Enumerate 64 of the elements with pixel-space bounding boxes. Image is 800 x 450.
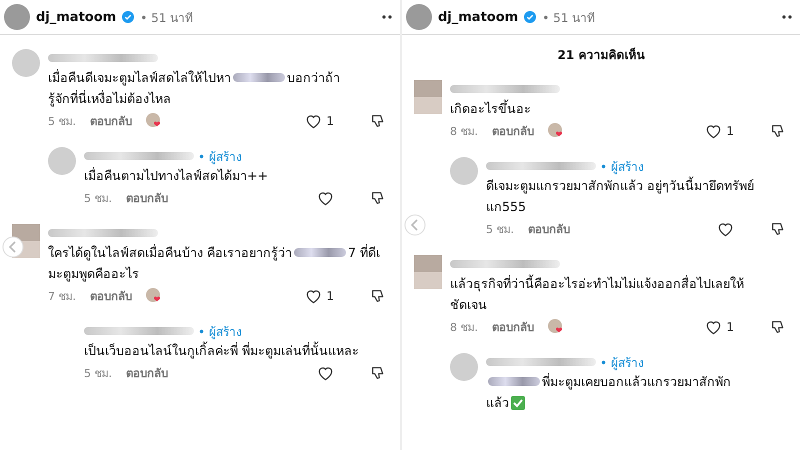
comment-text: ดีเจมะตูมแกรวยมาสักพักแล้ว อยู่ๆวันนี้มายึดทรัพย์ <box>486 176 754 196</box>
heart-icon[interactable] <box>305 114 322 128</box>
comment-time: 7 ชม. <box>48 289 76 305</box>
comments-title: 21 ความคิดเห็น <box>556 46 646 64</box>
post-time: • 51 นาที <box>140 10 194 26</box>
comment-text: บอกว่าถ้า <box>287 69 340 87</box>
blurred-text <box>294 248 346 257</box>
username[interactable]: dj_matoom <box>438 10 518 24</box>
reply-button[interactable]: ตอบกลับ <box>90 287 132 305</box>
heart-icon[interactable] <box>305 288 322 304</box>
post-time: • 51 นาที <box>542 10 596 26</box>
reply-button[interactable]: ตอบกลับ <box>528 220 570 238</box>
profile-avatar[interactable] <box>4 4 30 30</box>
comment-text: 7 ที่ดีเ <box>348 243 380 262</box>
comment-text: แล้ว <box>486 394 509 412</box>
comment-time: 5 ชม. <box>486 222 514 238</box>
dislike-icon[interactable] <box>370 113 386 129</box>
comment-text: มะตูมพูดคืออะไร <box>48 265 139 284</box>
comment-time: 5 ชม. <box>84 191 112 207</box>
dislike-icon[interactable] <box>770 319 786 335</box>
check-mark-icon <box>511 396 525 410</box>
reply-button[interactable]: ตอบกลับ <box>126 364 168 382</box>
like-count: 1 <box>326 114 334 128</box>
comment-text: แก555 <box>486 198 526 216</box>
like-count: 1 <box>726 320 734 334</box>
creator-label: • ผู้สร้าง <box>600 354 644 372</box>
heart-icon[interactable] <box>317 366 334 380</box>
reply-button[interactable]: ตอบกลับ <box>492 122 534 140</box>
dislike-icon[interactable] <box>370 365 386 381</box>
comment-time: 8 ชม. <box>450 124 478 140</box>
comment-text: รู้จักที่นี่เหงื่อไม่ต้องไหล <box>48 89 171 108</box>
comment-text: เมื่อคืนดีเจมะตูมไลฟ์สดไล่ให้ไปหา <box>48 68 231 88</box>
comment-time: 5 ชม. <box>84 366 112 382</box>
dislike-icon[interactable] <box>370 288 386 304</box>
reply-button[interactable]: ตอบกลับ <box>126 189 168 207</box>
comment-time: 8 ชม. <box>450 320 478 336</box>
like-count: 1 <box>726 124 734 138</box>
reply-button[interactable]: ตอบกลับ <box>90 112 132 130</box>
heart-icon[interactable] <box>705 320 722 334</box>
comment-text: เมื่อคืนตามไปทางไลฟ์สดได้มา++ <box>84 166 268 185</box>
creator-label: • ผู้สร้าง <box>198 324 242 340</box>
heart-icon[interactable] <box>317 190 334 206</box>
more-icon[interactable] <box>782 15 792 19</box>
username[interactable]: dj_matoom <box>36 10 116 24</box>
heart-icon[interactable] <box>705 124 722 138</box>
comment-time: 5 ชม. <box>48 114 76 130</box>
dislike-icon[interactable] <box>770 123 786 139</box>
creator-label: • ผู้สร้าง <box>198 148 242 166</box>
like-count: 1 <box>326 289 334 303</box>
blurred-text <box>233 73 285 82</box>
comment-text: เป็นเว็บออนไลน์ในกูเกิ้ลค่ะพี่ พี่มะตูมเล่นที่นั้นแหละ <box>84 340 360 360</box>
dislike-icon[interactable] <box>370 190 386 206</box>
profile-avatar[interactable] <box>406 4 432 30</box>
comment-text: เกิดอะไรขึ้นอะ <box>450 98 531 118</box>
comment-text: ชัดเจน <box>450 296 487 314</box>
heart-icon[interactable] <box>717 222 734 236</box>
blurred-text <box>488 377 540 386</box>
comment-text: ใครได้ดูในไลฟ์สดเมื่อคืนบ้าง คือเราอยากรู้ว่า <box>48 243 292 262</box>
reply-button[interactable]: ตอบกลับ <box>492 318 534 336</box>
dislike-icon[interactable] <box>770 221 786 237</box>
comment-text: พี่มะตูมเคยบอกแล้วแกรวยมาสักพัก <box>542 372 731 392</box>
comment-text: แล้วธุรกิจที่ว่านี้คืออะไรอ่ะทำไมไม่แจ้งออกสื่อไปเลยให้ <box>450 274 744 294</box>
creator-label: • ผู้สร้าง <box>600 158 644 176</box>
more-icon[interactable] <box>382 15 392 19</box>
